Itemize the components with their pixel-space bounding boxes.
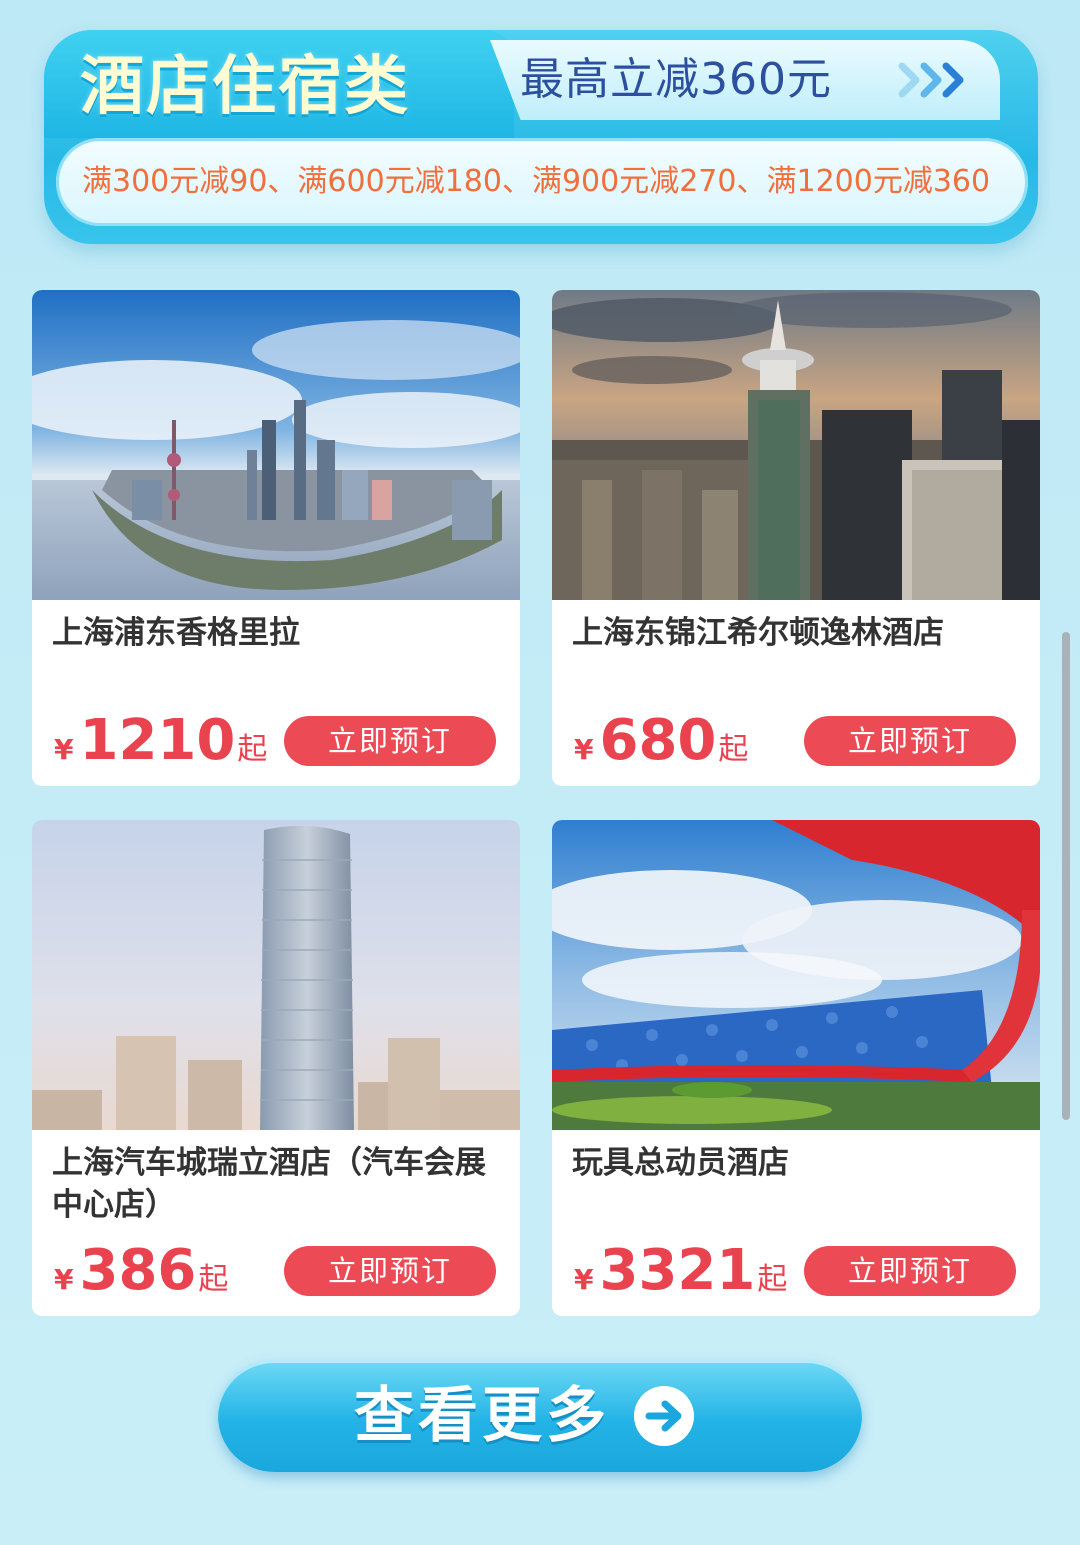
hotel-card[interactable]: 上海汽车城瑞立酒店（汽车会展中心店） ¥ 386 起 立即预订 (32, 820, 520, 1316)
book-now-button[interactable]: 立即预订 (284, 716, 496, 766)
currency-symbol: ¥ (574, 1263, 594, 1296)
chevrons-right-icon[interactable] (898, 60, 978, 100)
price-suffix: 起 (718, 732, 749, 767)
book-now-button[interactable]: 立即预订 (804, 1246, 1016, 1296)
hotel-price: ¥ 386 起 (54, 1236, 228, 1306)
hotel-name[interactable]: 上海汽车城瑞立酒店（汽车会展中心店） (52, 1142, 502, 1226)
hotel-photo-auto-city-tower[interactable] (32, 820, 520, 1130)
discount-rules-text: 满300元减90、满600元减180、满900元减270、满1200元减360 (82, 164, 991, 199)
hotel-price: ¥ 680 起 (574, 706, 748, 776)
hotel-price: ¥ 1210 起 (54, 706, 267, 776)
arrow-right-circle-icon[interactable] (632, 1384, 696, 1448)
banner-subtitle: 最高立减360元 (520, 54, 832, 105)
price-suffix: 起 (198, 1262, 229, 1297)
view-more-label[interactable]: 查看更多 (354, 1374, 610, 1458)
hotel-card[interactable]: 玩具总动员酒店 ¥ 3321 起 立即预订 (552, 820, 1040, 1316)
price-suffix: 起 (237, 732, 268, 767)
currency-symbol: ¥ (574, 733, 594, 766)
hotel-name[interactable]: 上海东锦江希尔顿逸林酒店 (572, 612, 1022, 654)
banner-title: 酒店住宿类 (80, 50, 410, 124)
price-suffix: 起 (757, 1262, 788, 1297)
currency-symbol: ¥ (54, 733, 74, 766)
hotel-photo-pudong-skyline[interactable] (32, 290, 520, 600)
hotel-name[interactable]: 玩具总动员酒店 (572, 1142, 1022, 1184)
price-value: 3321 (599, 1238, 756, 1303)
currency-symbol: ¥ (54, 1263, 74, 1296)
price-value: 386 (79, 1238, 197, 1303)
book-now-button[interactable]: 立即预订 (284, 1246, 496, 1296)
hotel-card[interactable]: 上海浦东香格里拉 ¥ 1210 起 立即预订 (32, 290, 520, 786)
price-value: 1210 (79, 708, 236, 773)
hotel-price: ¥ 3321 起 (574, 1236, 787, 1306)
hotel-name[interactable]: 上海浦东香格里拉 (52, 612, 502, 654)
hotel-photo-jinjiang-tower[interactable] (552, 290, 1040, 600)
hotel-card[interactable]: 上海东锦江希尔顿逸林酒店 ¥ 680 起 立即预订 (552, 290, 1040, 786)
price-value: 680 (599, 708, 717, 773)
hotel-photo-toy-story-hotel[interactable] (552, 820, 1040, 1130)
scrollbar[interactable] (1062, 632, 1070, 1120)
book-now-button[interactable]: 立即预订 (804, 716, 1016, 766)
